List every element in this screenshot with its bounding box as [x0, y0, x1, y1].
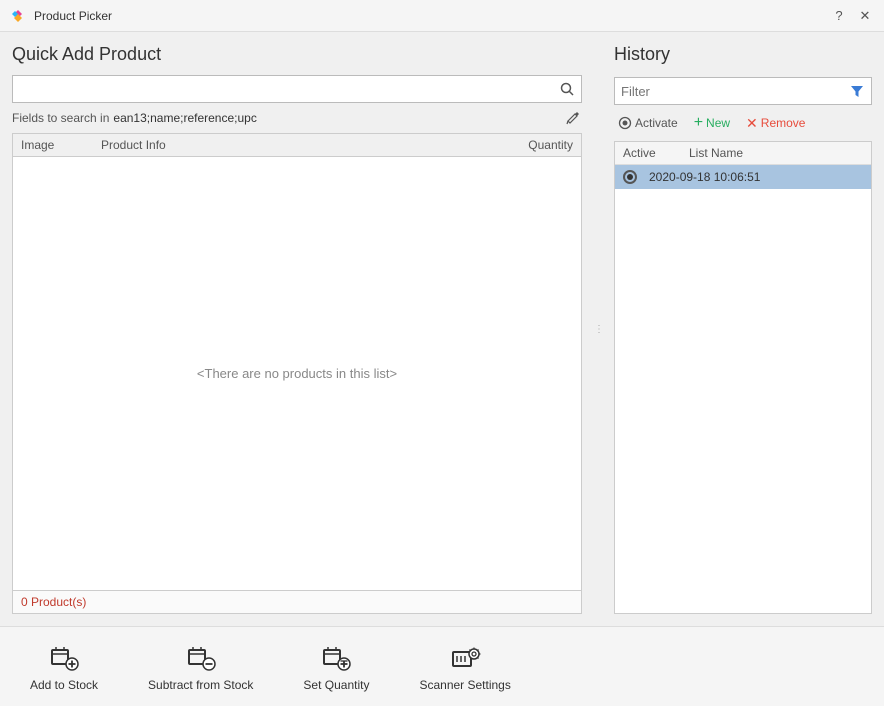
remove-icon: ✕ [746, 116, 758, 130]
history-item[interactable]: 2020-09-18 10:06:51 [615, 165, 871, 189]
history-list: Active List Name 2020-09-18 10:06:51 [614, 141, 872, 614]
add-to-stock-icon [48, 642, 80, 674]
new-icon: + [694, 115, 703, 131]
col-active-header: Active [623, 146, 673, 160]
col-info-header: Product Info [101, 138, 493, 152]
scanner-settings-icon [449, 642, 481, 674]
scanner-settings-button[interactable]: Scanner Settings [409, 636, 520, 698]
table-header: Image Product Info Quantity [13, 134, 581, 157]
activate-button[interactable]: Activate [614, 114, 682, 132]
col-image-header: Image [21, 138, 101, 152]
new-label: New [706, 116, 730, 130]
history-list-header: Active List Name [615, 142, 871, 165]
filter-input[interactable] [615, 78, 843, 104]
subtract-from-stock-label: Subtract from Stock [148, 678, 253, 692]
history-toolbar: Activate + New ✕ Remove [614, 113, 872, 133]
window-title: Product Picker [34, 9, 828, 23]
subtract-from-stock-icon [185, 642, 217, 674]
content-area: Quick Add Product Fields to search in ea… [0, 32, 884, 626]
filter-row [614, 77, 872, 105]
set-quantity-button[interactable]: Set Quantity [293, 636, 379, 698]
radio-dot [627, 174, 633, 180]
product-count: 0 Product(s) [21, 595, 86, 609]
history-title: History [614, 44, 872, 65]
filter-icon [843, 77, 871, 105]
pencil-icon [566, 111, 580, 125]
table-body-empty: <There are no products in this list> [13, 157, 581, 590]
remove-label: Remove [761, 116, 806, 130]
history-item-name: 2020-09-18 10:06:51 [649, 170, 760, 184]
titlebar: Product Picker ? ✕ [0, 0, 884, 32]
app-icon [8, 6, 28, 26]
search-input[interactable] [13, 76, 553, 102]
edit-fields-button[interactable] [564, 109, 582, 127]
quick-add-title: Quick Add Product [12, 44, 582, 65]
add-to-stock-button[interactable]: Add to Stock [20, 636, 108, 698]
bottom-toolbar: Add to Stock Subtract from Stock [0, 626, 884, 706]
scanner-settings-label: Scanner Settings [419, 678, 510, 692]
add-to-stock-label: Add to Stock [30, 678, 98, 692]
table-footer: 0 Product(s) [13, 590, 581, 613]
search-row [12, 75, 582, 103]
remove-button[interactable]: ✕ Remove [742, 114, 809, 132]
set-quantity-label: Set Quantity [303, 678, 369, 692]
main-content: Quick Add Product Fields to search in ea… [0, 32, 884, 706]
new-button[interactable]: + New [690, 113, 734, 133]
activate-icon [618, 116, 632, 130]
resize-handle[interactable]: ⋮ [594, 44, 602, 614]
subtract-from-stock-button[interactable]: Subtract from Stock [138, 636, 263, 698]
radio-active-icon [623, 170, 637, 184]
window-controls: ? ✕ [828, 5, 876, 27]
close-button[interactable]: ✕ [854, 5, 876, 27]
set-quantity-icon [320, 642, 352, 674]
product-table: Image Product Info Quantity <There are n… [12, 133, 582, 614]
fields-value: ean13;name;reference;upc [113, 111, 256, 125]
fields-row: Fields to search in ean13;name;reference… [12, 109, 582, 127]
fields-label: Fields to search in [12, 111, 109, 125]
right-panel: History Activate [614, 44, 872, 614]
search-button[interactable] [553, 75, 581, 103]
search-icon [560, 82, 574, 96]
empty-message: <There are no products in this list> [197, 366, 397, 381]
col-name-header: List Name [689, 146, 863, 160]
activate-label: Activate [635, 116, 678, 130]
col-qty-header: Quantity [493, 138, 573, 152]
left-panel: Quick Add Product Fields to search in ea… [12, 44, 582, 614]
help-button[interactable]: ? [828, 5, 850, 27]
